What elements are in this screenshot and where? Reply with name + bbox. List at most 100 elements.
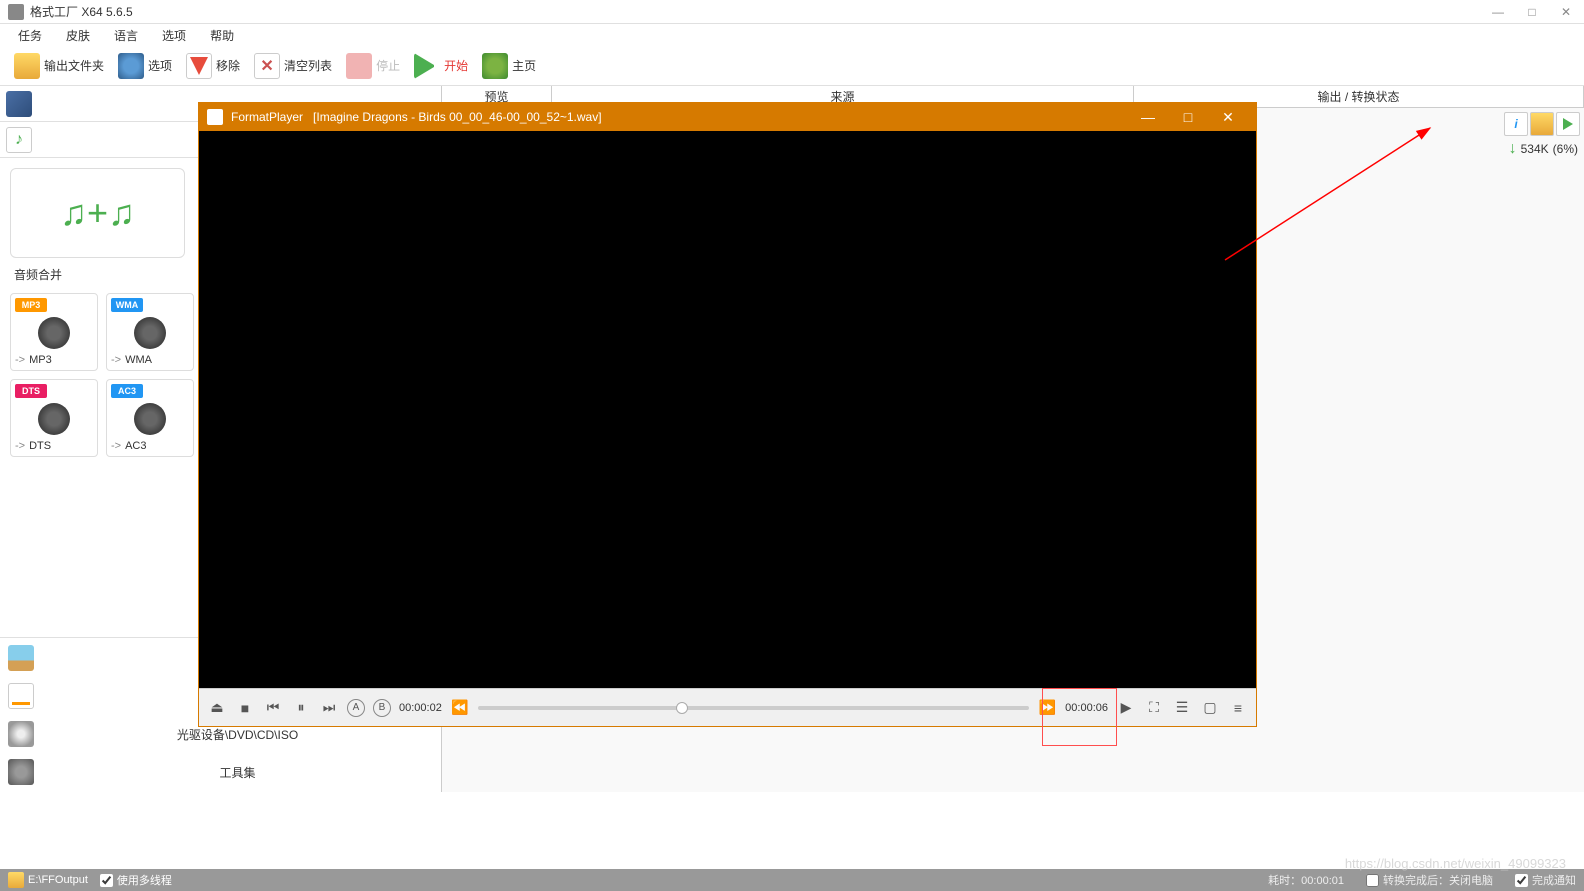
loop-b-button[interactable]: B — [373, 699, 391, 717]
start-button[interactable]: 开始 — [410, 51, 472, 81]
merge-icon: ♫+♫ — [60, 192, 135, 234]
folder-icon — [8, 872, 24, 888]
row-info-button[interactable]: i — [1504, 112, 1528, 136]
optical-label: 光驱设备\DVD\CD\ISO — [177, 726, 298, 743]
close-button[interactable]: ✕ — [1556, 2, 1576, 22]
video-icon — [6, 91, 32, 117]
player-title: FormatPlayer [Imagine Dragons - Birds 00… — [231, 110, 1128, 124]
total-time: 00:00:06 — [1065, 702, 1108, 714]
rewind-button[interactable]: ⏪ — [450, 698, 470, 718]
start-icon — [414, 53, 440, 79]
after-action-label: 转换完成后：关闭电脑 — [1383, 872, 1493, 888]
stop-button[interactable]: 停止 — [342, 51, 404, 81]
stop-playback-button[interactable]: ■ — [235, 698, 255, 718]
after-action-input[interactable] — [1366, 874, 1379, 887]
maximize-button[interactable]: □ — [1522, 2, 1542, 22]
eject-button[interactable]: ⏏ — [207, 698, 227, 718]
clear-label: 清空列表 — [284, 57, 332, 74]
row-play-button[interactable] — [1556, 112, 1580, 136]
home-button[interactable]: 主页 — [478, 51, 540, 81]
clear-list-button[interactable]: 清空列表 — [250, 51, 336, 81]
seek-thumb[interactable] — [676, 702, 688, 714]
settings-button[interactable]: ☰ — [1172, 698, 1192, 718]
row-percent: (6%) — [1553, 142, 1578, 156]
prev-button[interactable]: ⏮ — [263, 698, 283, 718]
playlist-button[interactable]: ≡ — [1228, 698, 1248, 718]
menubar: 任务 皮肤 语言 选项 帮助 — [0, 24, 1584, 46]
player-app-name: FormatPlayer — [231, 110, 303, 124]
home-icon — [482, 53, 508, 79]
player-controls: ⏏ ■ ⏮ ⏸ ⏭ A B 00:00:02 ⏪ ⏩ 00:00:06 ▶ ⛶ … — [199, 688, 1256, 726]
multithread-input[interactable] — [100, 874, 113, 887]
wma-thumb — [111, 312, 189, 354]
output-folder-label: 输出文件夹 — [44, 57, 104, 74]
player-maximize-button[interactable]: □ — [1168, 103, 1208, 131]
menu-help[interactable]: 帮助 — [202, 25, 242, 46]
format-wma[interactable]: WMA ->WMA — [106, 293, 194, 371]
play-button[interactable]: ▶ — [1116, 698, 1136, 718]
player-close-button[interactable]: ✕ — [1208, 103, 1248, 131]
audio-merge-tile[interactable]: ♫+♫ — [10, 168, 185, 258]
seek-slider[interactable] — [478, 706, 1029, 710]
menu-options[interactable]: 选项 — [154, 25, 194, 46]
tools-icon — [8, 759, 34, 785]
menu-lang[interactable]: 语言 — [106, 25, 146, 46]
ac3-badge: AC3 — [111, 384, 143, 398]
audio-icon — [6, 127, 32, 153]
next-button[interactable]: ⏭ — [319, 698, 339, 718]
notify-label: 完成通知 — [1532, 872, 1576, 888]
menu-task[interactable]: 任务 — [10, 25, 50, 46]
format-dts[interactable]: DTS ->DTS — [10, 379, 98, 457]
statusbar: E:\FFOutput 使用多线程 耗时：00:00:01 转换完成后：关闭电脑… — [0, 869, 1584, 891]
output-path: E:\FFOutput — [28, 874, 88, 886]
row-folder-button[interactable] — [1530, 112, 1554, 136]
player-titlebar[interactable]: FormatPlayer [Imagine Dragons - Birds 00… — [199, 103, 1256, 131]
format-ac3[interactable]: AC3 ->AC3 — [106, 379, 194, 457]
row-actions: i — [1504, 112, 1580, 136]
fullscreen-button[interactable]: ⛶ — [1144, 698, 1164, 718]
main-titlebar: 格式工厂 X64 5.6.5 — □ ✕ — [0, 0, 1584, 24]
options-label: 选项 — [148, 57, 172, 74]
menu-skin[interactable]: 皮肤 — [58, 25, 98, 46]
arrow-icon: -> — [15, 354, 25, 366]
player-window-controls: — □ ✕ — [1128, 103, 1248, 131]
after-action-checkbox[interactable]: 转换完成后：关闭电脑 — [1366, 872, 1493, 888]
remove-icon — [186, 53, 212, 79]
notify-checkbox[interactable]: 完成通知 — [1515, 872, 1576, 888]
row-status: ↓ 534K (6%) — [1509, 140, 1578, 158]
options-button[interactable]: 选项 — [114, 51, 176, 81]
watermark: https://blog.csdn.net/weixin_49099323 — [1345, 856, 1566, 871]
player-window: FormatPlayer [Imagine Dragons - Birds 00… — [198, 102, 1257, 727]
wma-label: WMA — [125, 354, 152, 366]
mp3-thumb — [15, 312, 93, 354]
right-status: 耗时：00:00:01 转换完成后：关闭电脑 完成通知 — [1268, 872, 1576, 888]
disc-icon — [8, 721, 34, 747]
current-time: 00:00:02 — [399, 702, 442, 714]
remove-button[interactable]: 移除 — [182, 51, 244, 81]
format-mp3[interactable]: MP3 ->MP3 — [10, 293, 98, 371]
ac3-thumb — [111, 398, 189, 440]
snapshot-button[interactable]: ▢ — [1200, 698, 1220, 718]
notify-input[interactable] — [1515, 874, 1528, 887]
dts-label: DTS — [29, 440, 51, 452]
arrow-icon: -> — [111, 440, 121, 452]
player-minimize-button[interactable]: — — [1128, 103, 1168, 131]
category-toolset[interactable]: 工具集 — [6, 756, 435, 788]
player-video-area[interactable] — [199, 131, 1256, 688]
output-path-button[interactable]: E:\FFOutput — [8, 872, 88, 888]
pause-button[interactable]: ⏸ — [291, 698, 311, 718]
toolbar: 输出文件夹 选项 移除 清空列表 停止 开始 主页 — [0, 46, 1584, 86]
toolset-label: 工具集 — [219, 764, 255, 781]
download-icon: ↓ — [1509, 140, 1517, 158]
picture-icon — [8, 645, 34, 671]
forward-button[interactable]: ⏩ — [1037, 698, 1057, 718]
output-folder-button[interactable]: 输出文件夹 — [10, 51, 108, 81]
minimize-button[interactable]: — — [1488, 2, 1508, 22]
remove-label: 移除 — [216, 57, 240, 74]
home-label: 主页 — [512, 57, 536, 74]
loop-a-button[interactable]: A — [347, 699, 365, 717]
wma-badge: WMA — [111, 298, 143, 312]
stop-icon — [346, 53, 372, 79]
multithread-checkbox[interactable]: 使用多线程 — [100, 872, 172, 888]
window-title: 格式工厂 X64 5.6.5 — [30, 3, 1488, 20]
